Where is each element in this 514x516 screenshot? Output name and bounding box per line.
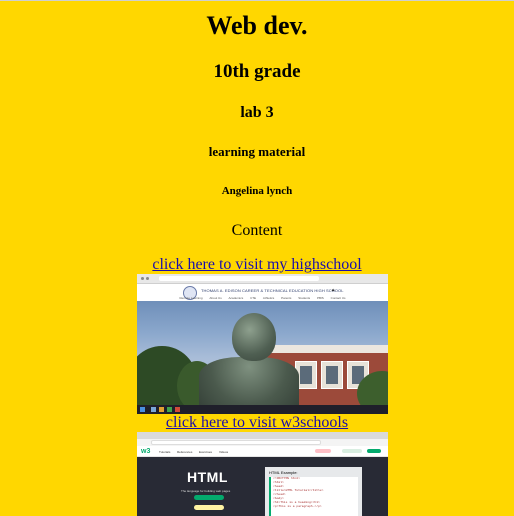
browser-chrome (137, 274, 388, 284)
statue-body (199, 357, 299, 405)
code-line: <p>This is a paragraph.</p> (273, 505, 322, 508)
school-site-title: THOMAS A. EDISON CAREER & TECHNICAL EDUC… (201, 288, 344, 293)
school-photo (137, 301, 388, 405)
w3-nav-item: References (177, 450, 193, 454)
w3-learn-button (194, 495, 224, 500)
highschool-link[interactable]: click here to visit my highschool (0, 256, 514, 274)
w3-example-title: HTML Example: (269, 470, 298, 475)
school-nav-item: Academics (228, 296, 244, 300)
school-nav-item: About Us (209, 296, 222, 300)
w3schools-screenshot[interactable]: w3 Tutorials References Exercises Videos… (137, 432, 388, 516)
w3-hero: HTML The language for building web pages… (137, 457, 388, 516)
school-nav-item: Students (298, 296, 311, 300)
w3-example-panel: HTML Example: <!DOCTYPE html> <html> <he… (265, 467, 362, 516)
twitter-icon: ✦ (331, 288, 336, 294)
school-nav-item: Athletics (262, 296, 275, 300)
w3-pill (342, 449, 362, 453)
learning-material-heading: learning material (208, 144, 306, 159)
page-title: Web dev. (206, 11, 308, 40)
top-border (0, 0, 514, 1)
highschool-screenshot[interactable]: THOMAS A. EDISON CAREER & TECHNICAL EDUC… (137, 274, 388, 414)
taskbar (137, 405, 388, 414)
school-nav-item: Contact Us (330, 296, 346, 300)
w3-signin-pill (367, 449, 381, 453)
lab-heading: lab 3 (240, 104, 274, 121)
window-dot-icon (146, 277, 149, 280)
w3-reference-button (194, 505, 224, 510)
window-dot-icon (141, 277, 144, 280)
grade-heading: 10th grade (213, 61, 301, 82)
w3-pill (315, 449, 331, 453)
school-nav-item: Parents (281, 296, 292, 300)
w3-nav-item: Tutorials (159, 450, 171, 454)
browser-tabs (137, 432, 388, 439)
w3schools-link[interactable]: click here to visit w3schools (0, 414, 514, 432)
w3-nav-item: Videos (219, 450, 229, 454)
content-label: Content (231, 222, 283, 239)
w3-logo: w3 (141, 448, 151, 455)
school-nav-item: PBIS (316, 296, 324, 300)
school-nav-item: Remote Learning (179, 296, 203, 300)
author-heading: Angelina lynch (221, 185, 293, 197)
w3-code-box: <!DOCTYPE html> <html> <head> <title>HTM… (269, 477, 358, 516)
statue-head (232, 313, 276, 361)
address-bar (151, 440, 321, 445)
address-bar (159, 276, 319, 281)
w3-navbar: w3 Tutorials References Exercises Videos (137, 446, 388, 457)
w3-hero-heading: HTML (187, 469, 228, 485)
w3-nav-item: Exercises (199, 450, 213, 454)
w3-hero-subtitle: The language for building web pages (181, 489, 231, 493)
school-nav-item: CTE (250, 296, 257, 300)
